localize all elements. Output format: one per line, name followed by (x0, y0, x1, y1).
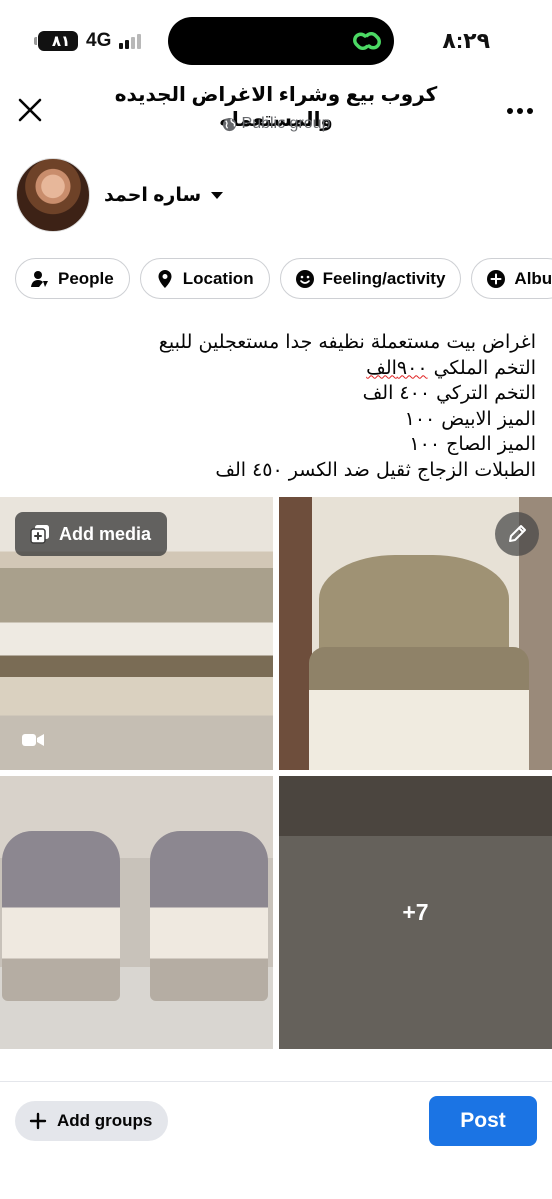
privacy-label: Public group (241, 115, 331, 132)
media-grid: Add media +7 (0, 497, 552, 1049)
clock: ٨:٢٩ (442, 28, 490, 53)
chevron-down-icon[interactable] (211, 191, 224, 199)
signal-bars-icon (119, 33, 142, 49)
video-camera-icon (22, 734, 44, 746)
people-label: People (58, 268, 114, 288)
composer-header: كروب بيع وشراء الاغراض الجديده والمستعمل… (0, 80, 552, 140)
add-groups-label: Add groups (57, 1111, 153, 1130)
feeling-chip[interactable]: Feeling/activity (279, 258, 462, 299)
footer-divider (0, 1081, 552, 1082)
photo-glass-tables[interactable]: +7 (279, 776, 552, 1049)
misspelled-word: ٩٠٠الف (366, 356, 428, 379)
plus-circle-icon (487, 269, 506, 288)
post-options-row: People Location Feeling/activity Albu (15, 258, 552, 299)
pencil-icon (509, 525, 526, 542)
feeling-label: Feeling/activity (322, 268, 446, 288)
globe-icon (222, 117, 236, 131)
post-line: اغراض بيت مستعملة نظيفه جدا مستعجلين للب… (158, 331, 536, 353)
location-chip[interactable]: Location (139, 258, 270, 299)
avatar (16, 158, 90, 232)
album-label: Albu (514, 268, 552, 288)
add-groups-button[interactable]: Add groups (15, 1101, 169, 1141)
group-privacy: Public group (0, 115, 552, 133)
author-name: ساره احمد (104, 184, 202, 206)
edit-media-button[interactable] (495, 512, 539, 556)
author-row[interactable]: ساره احمد (16, 156, 224, 234)
armchair-seat (309, 647, 529, 770)
album-chip[interactable]: Albu (471, 258, 552, 299)
smiley-icon (295, 269, 314, 288)
more-photos-overlay[interactable]: +7 (279, 776, 552, 1049)
add-media-button[interactable]: Add media (15, 512, 168, 556)
add-media-label: Add media (59, 523, 152, 544)
chair-left (2, 831, 120, 1001)
location-pin-icon (158, 269, 172, 288)
post-line: الطبلات الزجاج ثقيل ضد الكسر ٤٥٠ الف (215, 458, 536, 481)
status-left: ٨١ 4G (34, 30, 142, 52)
more-photos-count: +7 (402, 899, 429, 925)
post-line: التخم الملكي ٩٠٠الف (366, 356, 536, 379)
plus-icon (29, 1112, 47, 1130)
post-button[interactable]: Post (429, 1096, 537, 1146)
people-chip[interactable]: People (15, 258, 130, 299)
photo-two-chairs[interactable] (0, 776, 273, 1049)
more-options-icon[interactable] (506, 106, 534, 116)
battery-indicator: ٨١ (34, 31, 78, 51)
photo-armchair[interactable] (279, 497, 552, 770)
link-icon (353, 32, 381, 50)
battery-level: ٨١ (51, 33, 71, 50)
post-line: التخم التركي ٤٠٠ الف (362, 382, 536, 404)
post-text-input[interactable]: اغراض بيت مستعملة نظيفه جدا مستعجلين للب… (16, 330, 536, 483)
post-line: الميز الصاج ١٠٠ (409, 433, 536, 455)
network-type: 4G (86, 30, 112, 51)
add-photo-icon (30, 525, 49, 544)
post-line: الميز الابيض ١٠٠ (404, 407, 536, 430)
dynamic-island (168, 17, 394, 65)
person-tag-icon (31, 270, 48, 287)
location-label: Location (182, 268, 254, 288)
status-bar: ٨١ 4G ٨:٢٩ (0, 0, 552, 80)
photo-sofa[interactable]: Add media (0, 497, 273, 770)
battery-nub (34, 37, 37, 45)
chair-right (150, 831, 268, 1001)
